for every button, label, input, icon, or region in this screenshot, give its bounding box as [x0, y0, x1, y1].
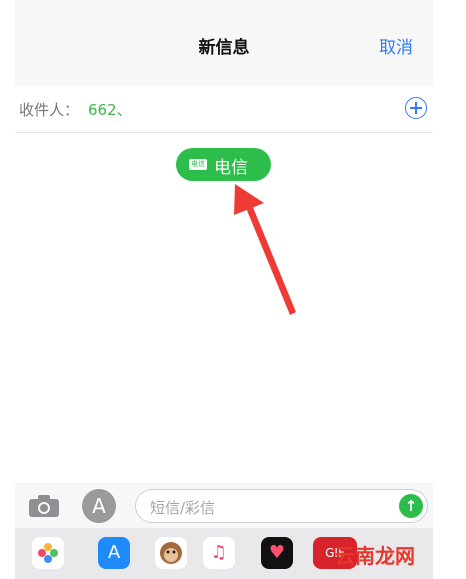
annotation-arrow — [234, 184, 296, 315]
message-placeholder: 短信/彩信 — [150, 499, 216, 517]
monkey-face-icon — [160, 542, 182, 564]
message-input[interactable]: 短信/彩信 ↑ — [135, 489, 428, 523]
input-bar: A 短信/彩信 ↑ — [15, 484, 433, 528]
photos-flower-icon — [38, 543, 58, 563]
page-title: 新信息 — [198, 38, 250, 58]
message-area: 电信 电信 — [15, 133, 433, 483]
nav-bar: 新信息 取消 — [15, 0, 433, 87]
cancel-button[interactable]: 取消 — [379, 33, 413, 58]
monkey-emoji-icon[interactable] — [155, 537, 187, 569]
add-contact-icon[interactable] — [405, 97, 427, 119]
recipient-row[interactable]: 收件人： 662、 — [15, 86, 433, 133]
recipient-value[interactable]: 662、 — [88, 99, 132, 120]
send-icon[interactable]: ↑ — [399, 494, 423, 518]
messages-screen: 新信息 取消 收件人： 662、 电信 电信 A 短信/彩信 ↑ A ♫ ♥ G… — [15, 0, 433, 579]
watermark-text: 云南龙网 — [335, 544, 415, 568]
heart-icon[interactable]: ♥ — [261, 537, 293, 569]
recipient-label: 收件人： — [19, 101, 80, 119]
music-icon[interactable]: ♫ — [203, 537, 235, 569]
photos-app-icon[interactable] — [32, 537, 64, 569]
app-store-icon[interactable]: A — [82, 489, 116, 523]
camera-icon[interactable] — [28, 494, 60, 518]
app-store-tray-icon[interactable]: A — [98, 537, 130, 569]
